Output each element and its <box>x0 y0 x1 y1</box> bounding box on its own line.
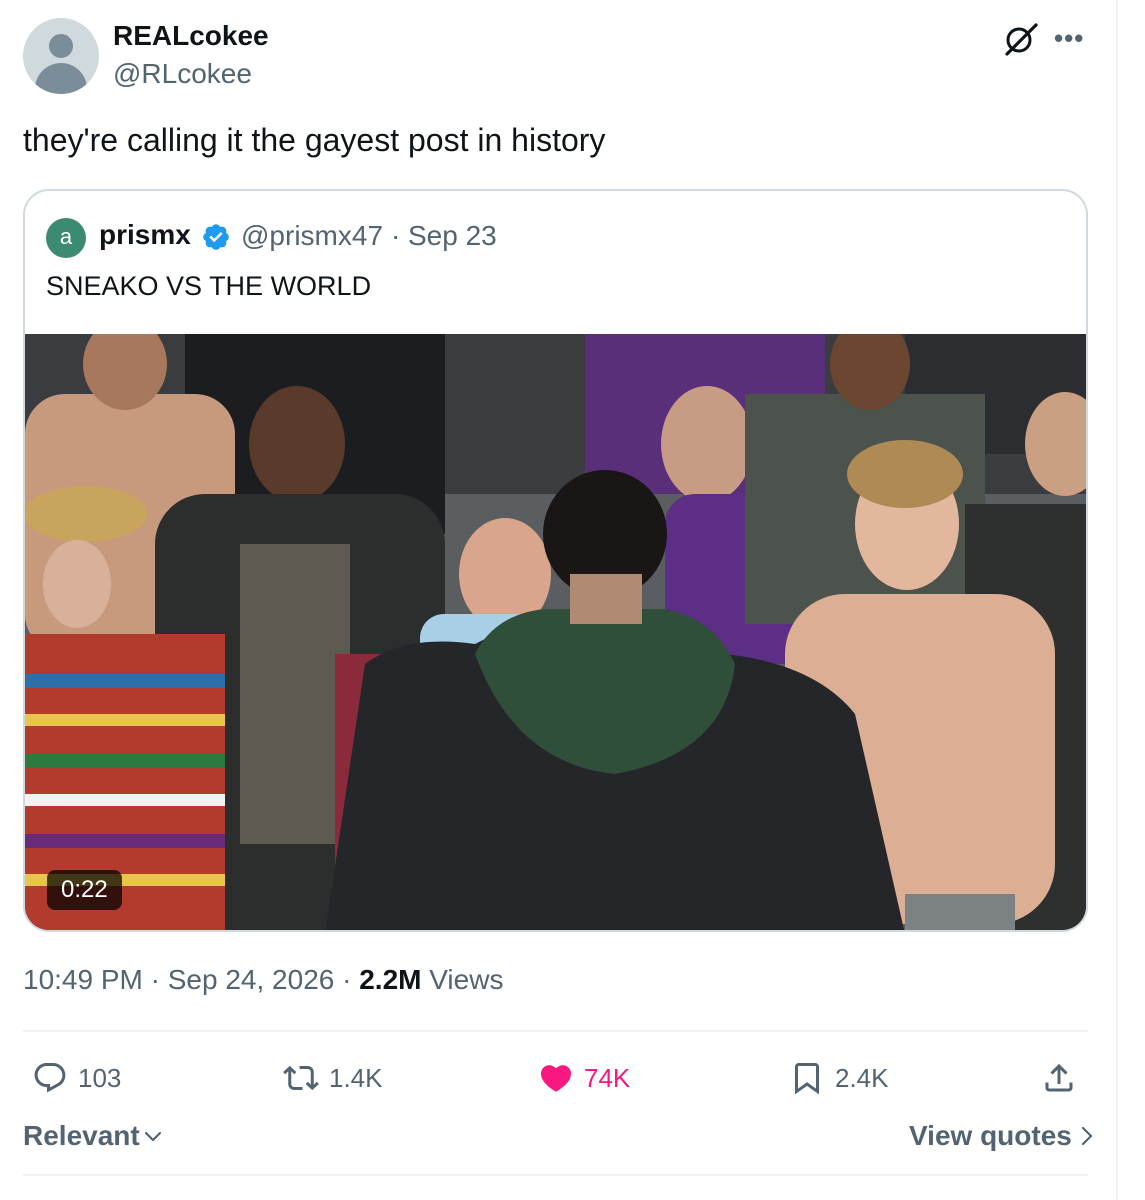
verified-badge-icon <box>203 224 229 250</box>
quoted-author-handle[interactable]: @prismx47 <box>241 220 383 252</box>
reply-count: 103 <box>78 1062 122 1093</box>
views-label: Views <box>429 964 504 995</box>
repost-icon <box>283 1065 319 1091</box>
share-icon <box>1045 1063 1073 1092</box>
divider <box>23 1174 1088 1176</box>
video-player[interactable]: 0:22 <box>25 334 1086 930</box>
author-avatar[interactable] <box>23 18 99 94</box>
quoted-author-avatar[interactable]: a <box>46 218 86 258</box>
view-quotes-link[interactable]: View quotes <box>909 1120 1094 1152</box>
bookmark-count: 2.4K <box>835 1062 889 1093</box>
meta-separator: · <box>150 964 160 995</box>
share-button[interactable] <box>1041 1058 1077 1098</box>
chevron-down-icon <box>144 1131 161 1142</box>
tweet-meta: 10:49 PM · Sep 24, 2026 · 2.2M Views <box>23 964 503 996</box>
like-button[interactable]: 74K <box>538 1058 630 1098</box>
view-quotes-label: View quotes <box>909 1120 1072 1151</box>
quoted-tweet-text: SNEAKO VS THE WORLD <box>46 271 372 301</box>
author-display-name[interactable]: REALcokee <box>113 20 269 52</box>
quoted-tweet-card[interactable]: a prismx @prismx47 · Sep 23 SNEAKO VS TH… <box>23 189 1088 932</box>
tweet-text: they're calling it the gayest post in hi… <box>23 122 606 158</box>
tweet-date[interactable]: Sep 24, 2026 <box>168 964 335 995</box>
quoted-author-name[interactable]: prismx <box>99 219 191 251</box>
repost-count: 1.4K <box>329 1062 383 1093</box>
repost-button[interactable]: 1.4K <box>283 1058 383 1098</box>
heart-icon <box>540 1065 572 1092</box>
meta-separator: · <box>342 964 352 995</box>
views-count: 2.2M <box>359 964 422 995</box>
grok-icon[interactable] <box>1002 22 1040 56</box>
video-thumbnail <box>25 334 1086 930</box>
sort-label: Relevant <box>23 1120 140 1151</box>
default-avatar-icon <box>49 34 73 58</box>
bookmark-button[interactable]: 2.4K <box>789 1058 889 1098</box>
sort-dropdown[interactable]: Relevant <box>23 1120 163 1152</box>
more-options-icon[interactable]: ••• <box>1054 24 1090 52</box>
chevron-right-icon <box>1081 1126 1092 1146</box>
quoted-date[interactable]: Sep 23 <box>408 220 497 252</box>
video-duration-badge: 0:22 <box>47 870 122 910</box>
column-divider <box>1116 0 1118 1200</box>
reply-icon <box>34 1063 66 1093</box>
author-handle[interactable]: @RLcokee <box>113 58 252 90</box>
reply-button[interactable]: 103 <box>32 1058 121 1098</box>
like-count: 74K <box>584 1062 631 1093</box>
quoted-separator: · <box>391 220 401 251</box>
bookmark-icon <box>795 1063 819 1095</box>
tweet-time[interactable]: 10:49 PM <box>23 964 143 995</box>
divider <box>23 1030 1088 1032</box>
